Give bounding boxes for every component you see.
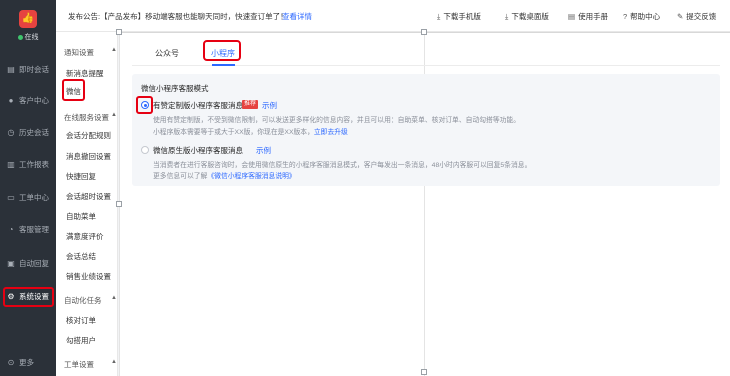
nav-item-auto-reply[interactable]: ▣ 自动回复 xyxy=(0,254,56,274)
subnav-item-engage-user[interactable]: 勾搭用户 xyxy=(66,335,96,346)
option-custom-version: 小程序版本需要等于或大于XX版，你现在是XX版本，立即去升级 xyxy=(153,129,348,136)
view-details-link[interactable]: 查看详情 xyxy=(282,11,312,22)
active-tab-indicator xyxy=(212,64,235,66)
group-online-service[interactable]: 在线服务设置 ▲ xyxy=(64,112,117,123)
annotation-highlight-settings xyxy=(3,287,54,307)
option-custom-desc: 使用有赞定制版，不受到微信限制，可以发送更多样化的信息内容，并且可以用：自助菜单… xyxy=(153,117,521,124)
main-nav: 👍 在线 ▤ 即时会话 ● 客户中心 ◷ 历史会话 ▥ 工作报表 ▭ 工单中心 ◔ 客服管理… xyxy=(0,0,56,376)
headset-icon: ◔ xyxy=(8,225,14,234)
tab-official-account[interactable]: 公众号 xyxy=(155,48,179,59)
option-native-title: 微信原生版小程序客服消息 xyxy=(153,146,243,155)
caret-up-icon: ▲ xyxy=(111,47,117,53)
resize-handle[interactable] xyxy=(116,29,122,35)
download-desktop-button[interactable]: ⤓ 下载桌面版 xyxy=(505,11,549,22)
download-mobile-button[interactable]: ⤓ 下载手机版 xyxy=(437,11,481,22)
brand-area: 👍 在线 xyxy=(0,0,56,50)
example-link-custom[interactable]: 示例 xyxy=(262,100,277,111)
logo-icon: 👍 xyxy=(19,10,37,28)
subnav-item-new-message[interactable]: 新消息提醒 xyxy=(66,68,104,79)
subnav-item-self-menu[interactable]: 自助菜单 xyxy=(66,211,96,222)
subnav-item-summary[interactable]: 会话总结 xyxy=(66,251,96,262)
feedback-icon: ✎ xyxy=(677,12,684,21)
subnav-item-assign-rules[interactable]: 会话分配规则 xyxy=(66,130,111,141)
subnav-item-verify-order[interactable]: 核对订单 xyxy=(66,315,96,326)
help-icon: ? xyxy=(623,12,628,21)
radio-native-mode[interactable] xyxy=(141,146,149,154)
annotation-highlight-tab xyxy=(203,40,241,61)
feedback-button[interactable]: ✎ 提交反馈 xyxy=(677,11,716,22)
nav-item-more[interactable]: ⊙ 更多 xyxy=(0,353,56,373)
group-automation[interactable]: 自动化任务 ▲ xyxy=(64,295,117,306)
report-icon: ▥ xyxy=(7,160,15,169)
chat-icon: ▤ xyxy=(7,65,15,74)
nav-item-tickets[interactable]: ▭ 工单中心 xyxy=(0,188,56,208)
download-icon: ⤓ xyxy=(505,12,509,21)
history-icon: ◷ xyxy=(7,128,15,137)
download-icon: ⤓ xyxy=(437,12,441,21)
subnav-item-quick-reply[interactable]: 快捷回复 xyxy=(66,171,96,182)
nav-item-history[interactable]: ◷ 历史会话 xyxy=(0,123,56,143)
user-manual-button[interactable]: ▤ 使用手册 xyxy=(568,11,608,22)
wechat-doc-link[interactable]: 《微信小程序客服消息说明》 xyxy=(207,173,295,180)
resize-handle[interactable] xyxy=(421,369,427,375)
nav-item-chat[interactable]: ▤ 即时会话 xyxy=(0,60,56,80)
example-link-native[interactable]: 示例 xyxy=(256,145,271,156)
annotation-highlight-radio xyxy=(136,96,153,114)
caret-up-icon: ▲ xyxy=(111,112,117,118)
subnav-item-satisfaction[interactable]: 满意度评价 xyxy=(66,231,104,242)
option-native-desc: 当消费者在进行客服咨询时，会使用微信原生的小程序客服消息模式，客户每发出一条消息… xyxy=(153,162,532,169)
top-bar: 发布公告:【产品发布】移动端客服也能聊天同时，快速查订单了！ 查看详情 ⤓ 下载手… xyxy=(56,0,730,32)
caret-up-icon: ▲ xyxy=(111,359,117,365)
subnav-item-timeout[interactable]: 会话超时设置 xyxy=(66,191,111,202)
status-indicator[interactable]: 在线 xyxy=(6,32,50,42)
subnav-item-recall[interactable]: 消息撤回设置 xyxy=(66,151,111,162)
section-title: 微信小程序客服模式 xyxy=(141,84,209,93)
online-dot-icon xyxy=(17,34,23,40)
group-notification-settings[interactable]: 通知设置 ▲ xyxy=(64,47,117,58)
resize-handle[interactable] xyxy=(421,29,427,35)
nav-item-agents[interactable]: ◔ 客服管理 xyxy=(0,220,56,240)
group-ticket-settings[interactable]: 工单设置 ▲ xyxy=(64,359,117,370)
resize-handle[interactable] xyxy=(116,201,122,207)
option-native-more: 更多信息可以了解《微信小程序客服消息说明》 xyxy=(153,173,296,180)
ticket-icon: ▭ xyxy=(7,193,15,202)
subnav-item-sales[interactable]: 销售业绩设置 xyxy=(66,271,111,282)
upgrade-link[interactable]: 立即去升级 xyxy=(314,129,348,136)
auto-reply-icon: ▣ xyxy=(7,259,15,268)
nav-item-customers[interactable]: ● 客户中心 xyxy=(0,91,56,111)
nav-item-reports[interactable]: ▥ 工作报表 xyxy=(0,155,56,175)
user-icon: ● xyxy=(8,96,14,105)
announcement-text: 发布公告:【产品发布】移动端客服也能聊天同时，快速查订单了！ xyxy=(68,12,288,21)
annotation-highlight-wechat xyxy=(62,79,85,101)
recommended-badge: 推荐 xyxy=(242,100,259,109)
status-label: 在线 xyxy=(24,34,39,41)
help-center-button[interactable]: ? 帮助中心 xyxy=(623,11,660,22)
caret-up-icon: ▲ xyxy=(111,295,117,301)
option-custom-title: 有赞定制版小程序客服消息 xyxy=(153,101,243,110)
more-icon: ⊙ xyxy=(7,358,15,367)
manual-icon: ▤ xyxy=(568,12,576,21)
